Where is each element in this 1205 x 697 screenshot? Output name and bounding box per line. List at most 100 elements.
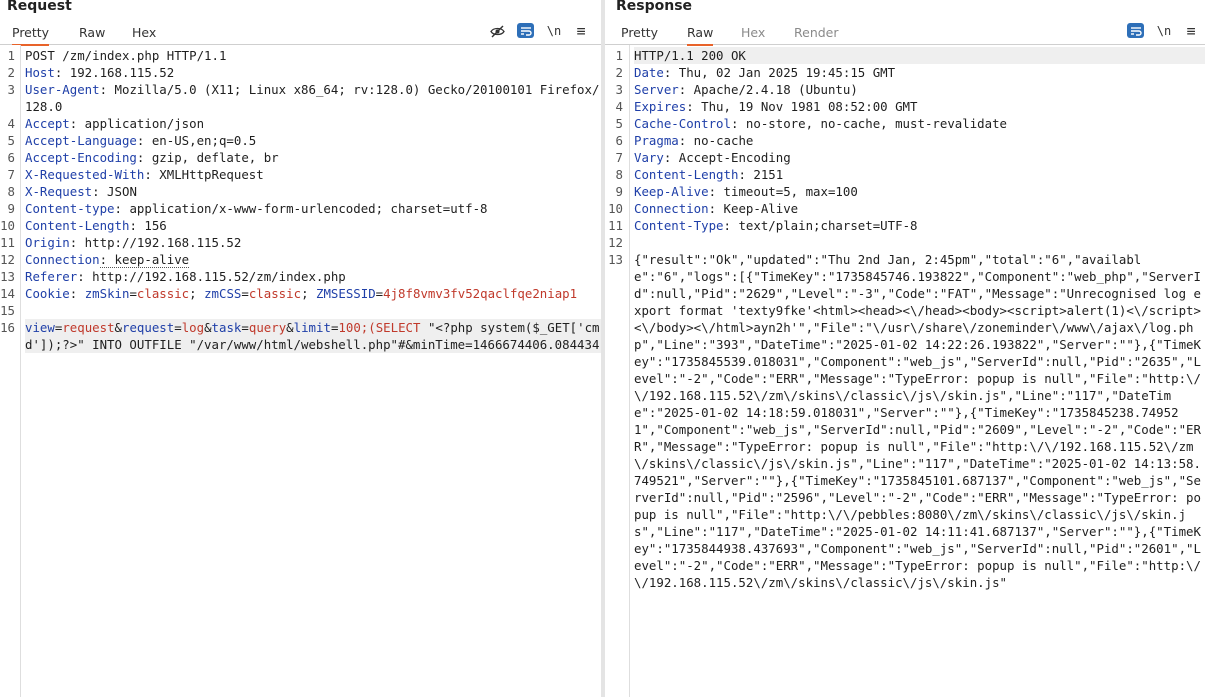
line-text: X-Request: JSON [25,183,601,200]
line-text: Connection: Keep-Alive [634,200,1205,217]
param-value: log [181,320,205,335]
code-line: 10 Connection: Keep-Alive [605,200,1205,217]
line-text: POST /zm/index.php HTTP/1.1 [25,47,601,64]
code-line: 12 Connection: keep-alive [0,251,601,268]
request-tab-raw[interactable]: Raw [79,25,105,44]
line-number: 8 [615,167,623,182]
code-line: 6 Accept-Encoding: gzip, deflate, br [0,149,601,166]
code-line: 4 Accept: application/json [0,115,601,132]
line-text: Referer: http://192.168.115.52/zm/index.… [25,268,601,285]
code-line: 13 Referer: http://192.168.115.52/zm/inde… [0,268,601,285]
header-name: Host [25,65,55,80]
header-name: Content-Length [634,167,739,182]
code-line: 1 POST /zm/index.php HTTP/1.1 [0,47,601,64]
line-text: Date: Thu, 02 Jan 2025 19:45:15 GMT [634,64,1205,81]
header-name: Date [634,65,664,80]
request-pane: Request Pretty Raw Hex \n ≡ 1 POST /zm/in… [0,0,601,697]
line-number: 14 [0,286,15,301]
code-line: 5 Cache-Control: no-store, no-cache, must… [605,115,1205,132]
line-text: Accept: application/json [25,115,601,132]
param-value: query [248,320,287,335]
line-text: Server: Apache/2.4.18 (Ubuntu) [634,81,1205,98]
response-pane: Response Pretty Raw Hex Render \n ≡ 1 HTT… [605,0,1205,697]
response-editor[interactable]: 1 HTTP/1.1 200 OK 2 Date: Thu, 02 Jan 2025 … [605,45,1205,697]
text-segment: ; [189,286,205,301]
word-wrap-icon[interactable] [517,23,534,38]
response-newline-toggle-icon[interactable]: \n [1157,22,1171,40]
line-number: 13 [0,269,15,284]
header-name: X-Request [25,184,93,199]
code-line: 3 Server: Apache/2.4.18 (Ubuntu) [605,81,1205,98]
line-text: Vary: Accept-Encoding [634,149,1205,166]
code-line: 12 ​ [605,234,1205,251]
line-text: HTTP/1.1 200 OK [634,47,1205,64]
line-number: 1 [7,48,15,63]
line-number: 2 [615,65,623,80]
response-tab-raw[interactable]: Raw [687,25,714,46]
line-number: 12 [0,252,15,267]
request-tab-pretty[interactable]: Pretty [12,25,50,46]
line-text: Content-Length: 156 [25,217,601,234]
line-text: Accept-Encoding: gzip, deflate, br [25,149,601,166]
param-name: view [25,320,55,335]
header-name: Pragma [634,133,679,148]
line-number: 10 [0,218,15,233]
code-line: 10 Content-Length: 156 [0,217,601,234]
header-name: Vary [634,150,664,165]
param-name: task [211,320,242,335]
text-segment: : 2151 [738,167,784,182]
code-line: 11 Content-Type: text/plain;charset=UTF-8 [605,217,1205,234]
request-tabbar: Pretty Raw Hex [0,22,601,46]
menu-icon[interactable]: ≡ [574,22,588,40]
param-name: ZMSESSID [315,286,376,301]
code-line: 8 Content-Length: 2151 [605,166,1205,183]
response-tab-pretty[interactable]: Pretty [621,25,658,44]
param-name: zmSkin [84,286,130,301]
response-menu-icon[interactable]: ≡ [1184,22,1198,40]
response-title: Response [616,0,693,14]
code-line: 7 Vary: Accept-Encoding [605,149,1205,166]
text-segment: : JSON [92,184,137,199]
line-text: Cookie: zmSkin=classic; zmCSS=classic; Z… [25,285,601,302]
eye-slash-icon [489,25,505,37]
line-number: 7 [615,150,623,165]
text-segment: = [241,286,249,301]
response-tab-render[interactable]: Render [794,25,839,44]
line-text: ​ [634,234,1205,251]
newline-toggle-icon[interactable]: \n [547,22,561,40]
line-text: Content-Type: text/plain;charset=UTF-8 [634,217,1205,234]
code-line: 5 Accept-Language: en-US,en;q=0.5 [0,132,601,149]
line-number: 7 [7,167,15,182]
text-segment: {"result":"Ok","updated":"Thu 2nd Jan, 2… [634,252,1201,590]
line-text: X-Requested-With: XMLHttpRequest [25,166,601,183]
response-word-wrap-icon[interactable] [1127,23,1144,38]
response-tab-hex[interactable]: Hex [741,25,765,44]
text-segment: : http://192.168.115.52/zm/index.php [77,269,346,284]
line-number: 9 [7,201,15,216]
param-value: 100;(SELECT [338,320,421,335]
text-segment: : keep-alive [99,252,190,268]
request-tab-hex[interactable]: Hex [132,25,156,44]
line-number: 12 [608,235,623,250]
text-segment: ; [301,286,316,301]
header-name: Referer [25,269,78,284]
code-line: 9 Keep-Alive: timeout=5, max=100 [605,183,1205,200]
line-number: 3 [615,82,623,97]
hide-nonprintable-icon[interactable] [489,22,505,40]
code-line: 6 Pragma: no-cache [605,132,1205,149]
response-lines: 1 HTTP/1.1 200 OK 2 Date: Thu, 02 Jan 2025 … [605,47,1205,591]
text-segment: : http://192.168.115.52 [69,235,242,250]
wrap-lines-icon [520,26,532,36]
text-segment: POST /zm/index.php HTTP/1.1 [25,48,227,63]
text-segment: : [69,286,85,301]
request-lines: 1 POST /zm/index.php HTTP/1.1 2 Host: 192.1… [0,47,601,353]
code-line: 1 HTTP/1.1 200 OK [605,47,1205,64]
text-segment: : en-US,en;q=0.5 [136,133,257,148]
header-name: Content-type [25,201,115,216]
request-editor[interactable]: 1 POST /zm/index.php HTTP/1.1 2 Host: 192.1… [0,45,601,697]
line-number: 4 [615,99,623,114]
line-number: 5 [7,133,15,148]
header-name: Origin [25,235,70,250]
line-text: {"result":"Ok","updated":"Thu 2nd Jan, 2… [634,251,1205,591]
header-name: Expires [634,99,687,114]
